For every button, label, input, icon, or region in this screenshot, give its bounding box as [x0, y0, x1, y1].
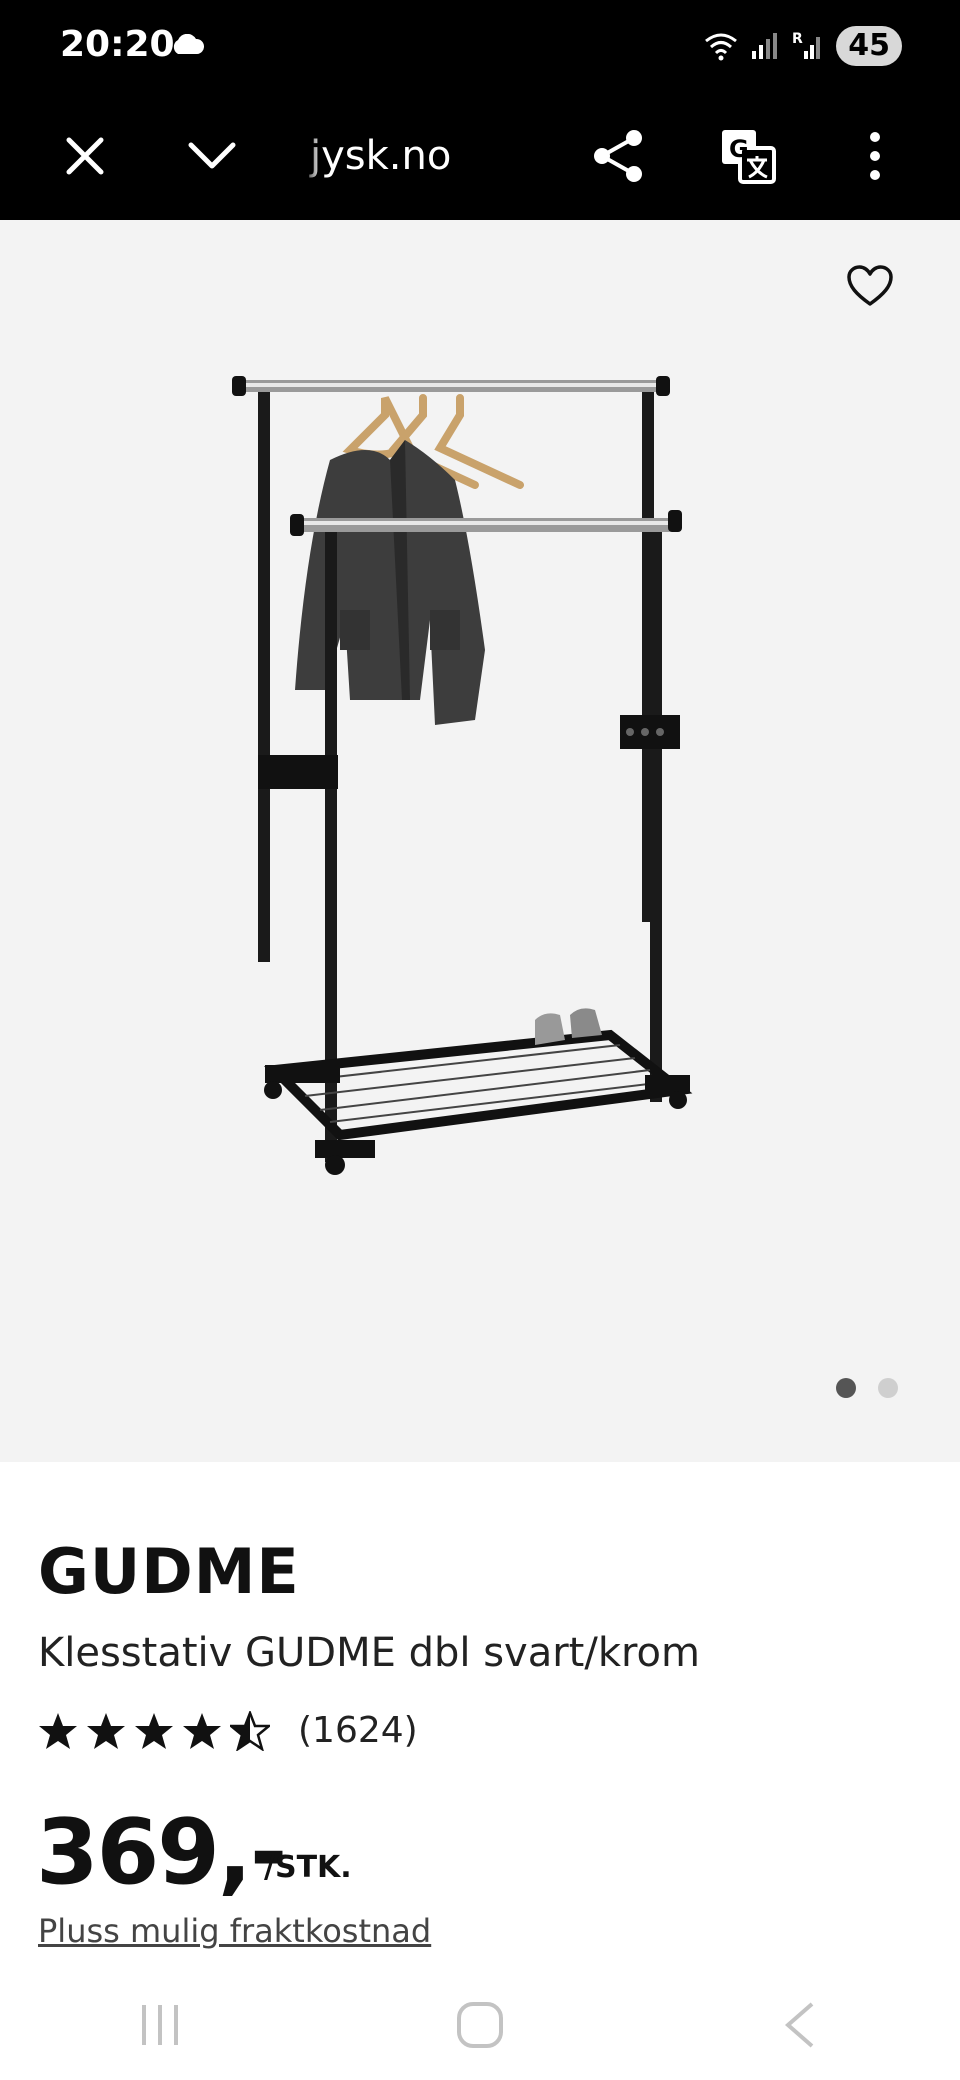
- gallery-dot-2[interactable]: [878, 1378, 898, 1398]
- status-bar: 20:20 R 45: [0, 0, 960, 92]
- close-icon: [66, 137, 104, 175]
- heart-icon: [847, 265, 893, 306]
- product-price: 369,-: [36, 1800, 287, 1905]
- chevron-down-icon: [188, 142, 236, 169]
- translate-icon: G: [722, 130, 776, 184]
- back-icon: [784, 2002, 814, 2048]
- product-rating[interactable]: (1624): [38, 1710, 418, 1751]
- favorite-button[interactable]: [840, 256, 900, 316]
- browser-toolbar: jysk.no G: [0, 92, 960, 220]
- share-icon: [594, 130, 642, 182]
- roaming-signal-icon: R: [792, 31, 821, 59]
- star-icon: [135, 1712, 173, 1749]
- more-vertical-icon: [870, 132, 880, 180]
- back-button[interactable]: [760, 1985, 840, 2065]
- close-button[interactable]: [55, 126, 115, 186]
- gallery-pagination: [836, 1378, 898, 1398]
- home-button[interactable]: [440, 1985, 520, 2065]
- gallery-dot-1[interactable]: [836, 1378, 856, 1398]
- collapse-button[interactable]: [182, 126, 242, 186]
- product-brand: GUDME: [38, 1535, 300, 1608]
- star-icon: [87, 1712, 125, 1749]
- svg-text:R: R: [792, 31, 803, 47]
- product-image: [232, 376, 693, 1175]
- battery-level: 45: [836, 26, 902, 66]
- wifi-icon: [705, 33, 738, 61]
- product-name: Klesstativ GUDME dbl svart/krom: [38, 1630, 700, 1676]
- svg-text:G: G: [729, 135, 749, 163]
- home-icon: [457, 2002, 503, 2048]
- translate-button[interactable]: G: [718, 126, 778, 186]
- system-nav-bar: [0, 1970, 960, 2080]
- product-gallery[interactable]: [0, 220, 960, 1462]
- half-star-icon: [230, 1710, 270, 1751]
- star-icon: [39, 1712, 77, 1749]
- shipping-cost-link[interactable]: Pluss mulig fraktkostnad: [38, 1912, 431, 1950]
- status-time: 20:20: [60, 24, 175, 65]
- status-icons: R 45: [704, 24, 902, 68]
- more-button[interactable]: [845, 126, 905, 186]
- share-button[interactable]: [588, 126, 648, 186]
- recent-apps-icon: [142, 2005, 178, 2045]
- price-unit: /STK.: [264, 1850, 352, 1885]
- rating-count: (1624): [298, 1710, 418, 1751]
- url-text[interactable]: jysk.no: [310, 126, 451, 186]
- cloud-icon: [173, 34, 204, 54]
- star-icon: [183, 1712, 221, 1749]
- recent-apps-button[interactable]: [120, 1985, 200, 2065]
- signal-icon: [752, 33, 778, 59]
